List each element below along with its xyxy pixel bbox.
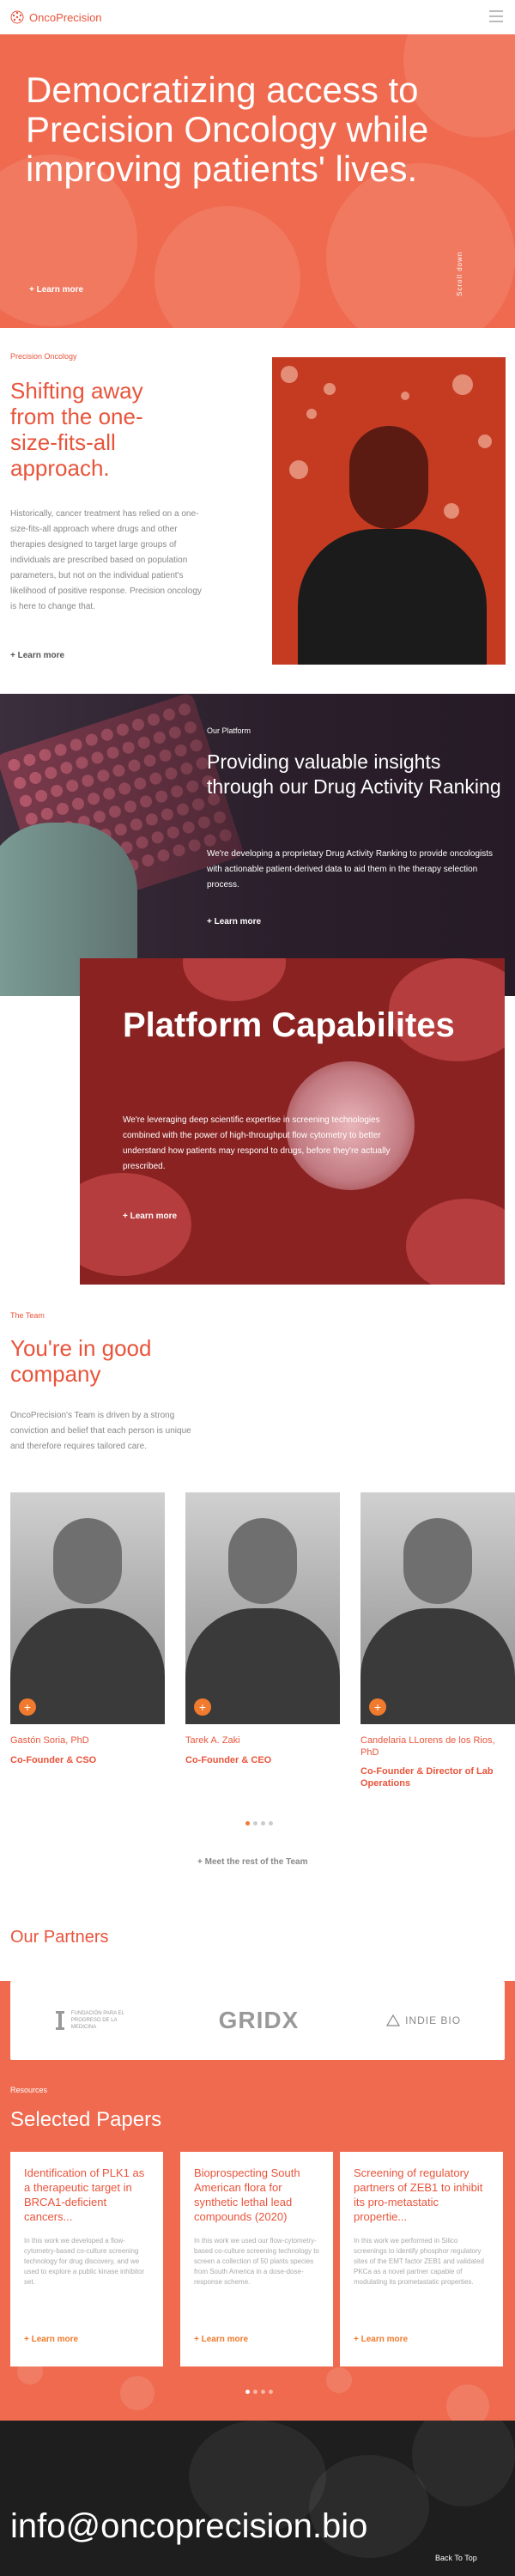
shifting-heading: Shifting away from the one-size-fits-all… [10, 378, 143, 481]
drug-eyebrow: Our Platform [207, 726, 251, 735]
platform-body: We're leveraging deep scientific experti… [123, 1115, 391, 1171]
logo[interactable]: OncoPrecision [10, 10, 102, 24]
partner-logo[interactable]: FUNDACIÓN PARA EL PROGRESO DE LA MEDICIN… [54, 2010, 131, 2031]
team-member-name: Tarek A. Zaki [185, 1735, 240, 1746]
paper-learn-more-link[interactable]: + Learn more [194, 2335, 248, 2344]
team-member-name: Candelaria LLorens de los Rios, PhD [360, 1735, 495, 1758]
paper-learn-more-link[interactable]: + Learn more [24, 2335, 78, 2344]
paper-title: Screening of regulatory partners of ZEB1… [354, 2166, 483, 2223]
team-member-card[interactable]: + [10, 1492, 165, 1724]
paper-card[interactable]: Bioprospecting South American flora for … [180, 2152, 333, 2366]
paper-title: Bioprospecting South American flora for … [194, 2166, 300, 2223]
drug-body: We're developing a proprietary Drug Acti… [207, 849, 494, 890]
team-member-role: Co-Founder & CEO [185, 1755, 272, 1765]
shifting-learn-more-link[interactable]: + Learn more [10, 651, 64, 660]
team-eyebrow: The Team [10, 1311, 45, 1320]
hamburger-icon[interactable] [489, 10, 503, 22]
papers-heading: Selected Papers [10, 2108, 162, 2131]
hero-section: Democratizing access to Precision Oncolo… [0, 34, 515, 328]
scroll-down-indicator[interactable]: Scroll down [456, 252, 464, 296]
team-carousel-dots[interactable] [245, 1821, 273, 1826]
team-member-role: Co-Founder & Director of Lab Operations [360, 1766, 494, 1789]
meet-team-link[interactable]: + Meet the rest of the Team [197, 1857, 307, 1867]
drug-learn-more-link[interactable]: + Learn more [207, 917, 261, 927]
drug-heading: Providing valuable insights through our … [207, 750, 501, 798]
shifting-body: Historically, cancer treatment has relie… [10, 509, 202, 611]
team-body: OncoPrecision's Team is driven by a stro… [10, 1411, 191, 1451]
paper-learn-more-link[interactable]: + Learn more [354, 2335, 408, 2344]
team-member-name: Gastón Soria, PhD [10, 1735, 89, 1746]
paper-card[interactable]: Identification of PLK1 as a therapeutic … [10, 2152, 163, 2366]
papers-eyebrow: Resources [10, 2086, 48, 2094]
papers-carousel-dots[interactable] [245, 2390, 273, 2394]
partner-emblem-icon [55, 2011, 64, 2030]
team-member-card[interactable]: + [360, 1492, 515, 1724]
paper-card[interactable]: Screening of regulatory partners of ZEB1… [340, 2152, 503, 2366]
site-header: OncoPrecision [0, 0, 515, 34]
team-member-role: Co-Founder & CSO [10, 1755, 97, 1765]
partner-logo[interactable]: GRIDX [219, 2007, 300, 2034]
shifting-eyebrow: Precision Oncology [10, 352, 77, 361]
plus-icon[interactable]: + [369, 1698, 386, 1716]
partners-heading: Our Partners [10, 1928, 109, 1947]
partner-logo[interactable]: INDIE BIO [386, 2014, 461, 2026]
paper-summary: In this work we developed a flow-cytomet… [24, 2237, 145, 2286]
platform-section: Platform Capabilites We're leveraging de… [80, 958, 505, 1285]
portrait-image [272, 357, 506, 665]
paper-summary: In this work we performed in Silico scre… [354, 2237, 484, 2286]
back-to-top-link[interactable]: Back To Top [435, 2554, 477, 2562]
partners-logos: FUNDACIÓN PARA EL PROGRESO DE LA MEDICIN… [10, 1981, 505, 2060]
platform-learn-more-link[interactable]: + Learn more [123, 1212, 177, 1221]
contact-email-link[interactable]: info@oncoprecision.bio [10, 2506, 367, 2546]
site-footer: info@oncoprecision.bio Back To Top [0, 2421, 515, 2576]
partner-triangle-icon [386, 2014, 401, 2026]
paper-summary: In this work we used our flow-cytometry-… [194, 2237, 319, 2286]
logo-text: OncoPrecision [29, 10, 102, 24]
platform-heading: Platform Capabilites [123, 1006, 455, 1044]
logo-icon [10, 10, 24, 24]
paper-title: Identification of PLK1 as a therapeutic … [24, 2166, 145, 2223]
hero-title: Democratizing access to Precision Oncolo… [26, 70, 429, 189]
plus-icon[interactable]: + [194, 1698, 211, 1716]
hero-learn-more-link[interactable]: + Learn more [29, 285, 83, 295]
team-heading: You're in good company [10, 1335, 152, 1387]
drug-ranking-section: Our Platform Providing valuable insights… [0, 694, 515, 996]
team-member-card[interactable]: + [185, 1492, 340, 1724]
plus-icon[interactable]: + [19, 1698, 36, 1716]
